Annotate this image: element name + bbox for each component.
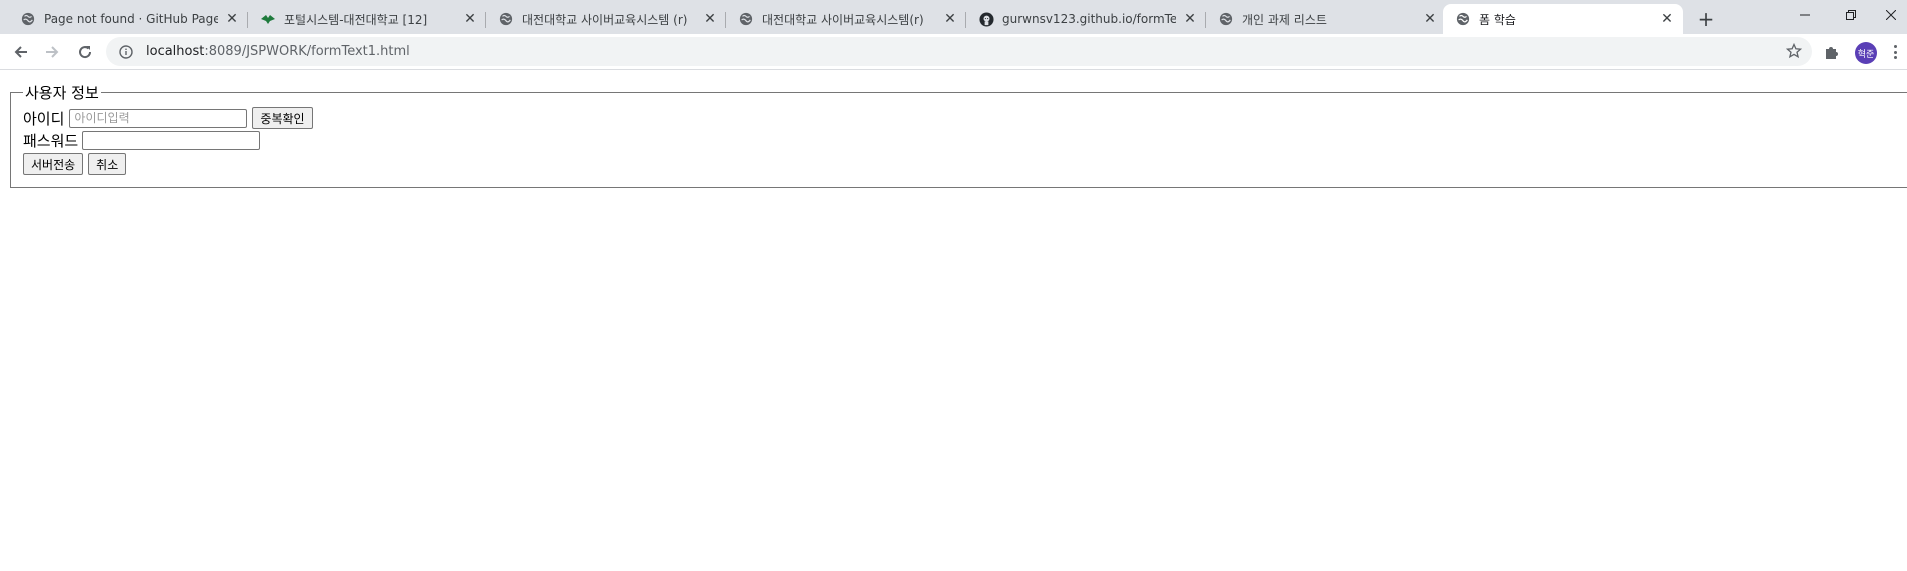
tab-title: 대전대학교 사이버교육시스템 (r) bbox=[522, 12, 688, 27]
globe-icon bbox=[738, 11, 754, 27]
action-row: 서버전송 취소 bbox=[23, 153, 1907, 175]
github-icon bbox=[978, 11, 994, 27]
menu-kebab-icon[interactable] bbox=[1892, 43, 1898, 61]
minimize-icon bbox=[1800, 14, 1810, 16]
tab-title: 포털시스템-대전대학교 [12] bbox=[284, 12, 428, 27]
close-icon[interactable]: ✕ bbox=[224, 11, 240, 27]
password-label: 패스워드 bbox=[23, 131, 79, 150]
url-host: localhost bbox=[146, 44, 205, 59]
globe-icon bbox=[20, 11, 36, 27]
tab-strip: Page not found · GitHub Pages ✕ 포털시스템-대전… bbox=[0, 0, 1907, 34]
close-icon[interactable]: ✕ bbox=[1182, 11, 1198, 27]
close-icon[interactable]: ✕ bbox=[462, 11, 478, 27]
close-icon[interactable]: ✕ bbox=[702, 11, 718, 27]
globe-icon bbox=[1218, 11, 1234, 27]
cancel-button[interactable]: 취소 bbox=[88, 153, 127, 175]
tab-personal-assignments[interactable]: 개인 과제 리스트 ✕ bbox=[1206, 4, 1446, 34]
tab-github-formtext[interactable]: gurwnsv123.github.io/formText1 ✕ bbox=[966, 4, 1206, 34]
info-icon[interactable] bbox=[118, 44, 134, 60]
tab-title: 대전대학교 사이버교육시스템(r) bbox=[762, 12, 924, 27]
arrow-left-icon bbox=[14, 46, 27, 58]
close-window-icon bbox=[1885, 10, 1896, 20]
url-path: :8089/JSPWORK/formText1.html bbox=[204, 44, 410, 59]
tab-title: gurwnsv123.github.io/formText1 bbox=[1002, 12, 1176, 26]
extensions-puzzle-icon[interactable] bbox=[1823, 43, 1841, 61]
password-input[interactable] bbox=[82, 130, 261, 150]
id-input[interactable] bbox=[69, 108, 248, 128]
daejeon-univ-logo-icon bbox=[260, 11, 276, 27]
address-bar[interactable]: localhost:8089/JSPWORK/formText1.html bbox=[106, 37, 1812, 66]
tab-title: Page not found · GitHub Pages bbox=[44, 12, 218, 26]
forward-button[interactable] bbox=[38, 38, 66, 66]
back-button[interactable] bbox=[7, 38, 35, 66]
profile-avatar[interactable]: 혁준 bbox=[1855, 42, 1877, 64]
restore-button[interactable] bbox=[1828, 0, 1874, 30]
close-icon[interactable]: ✕ bbox=[1659, 11, 1675, 27]
tab-cyber-education-2[interactable]: 대전대학교 사이버교육시스템(r) ✕ bbox=[726, 4, 966, 34]
tab-title: 개인 과제 리스트 bbox=[1242, 12, 1327, 27]
url-text: localhost:8089/JSPWORK/formText1.html bbox=[146, 44, 410, 59]
globe-icon bbox=[1455, 11, 1471, 27]
close-icon[interactable]: ✕ bbox=[1422, 11, 1438, 27]
reload-icon bbox=[79, 46, 92, 59]
close-icon[interactable]: ✕ bbox=[942, 11, 958, 27]
user-info-fieldset: 사용자 정보 아이디 중복확인 패스워드 서버전송 취소 bbox=[10, 82, 1907, 188]
tab-title: 폼 학습 bbox=[1479, 12, 1516, 27]
plus-icon: + bbox=[1697, 7, 1715, 31]
tab-portal-system[interactable]: 포털시스템-대전대학교 [12] ✕ bbox=[248, 4, 486, 34]
browser-toolbar: localhost:8089/JSPWORK/formText1.html 혁준 bbox=[0, 34, 1907, 70]
submit-button[interactable]: 서버전송 bbox=[23, 153, 84, 175]
fieldset-legend: 사용자 정보 bbox=[25, 84, 99, 102]
new-tab-button[interactable]: + bbox=[1692, 5, 1720, 33]
restore-icon bbox=[1846, 10, 1856, 20]
tab-cyber-education-1[interactable]: 대전대학교 사이버교육시스템 (r) ✕ bbox=[486, 4, 726, 34]
duplicate-check-button[interactable]: 중복확인 bbox=[252, 107, 313, 129]
id-row: 아이디 중복확인 bbox=[23, 107, 1907, 129]
id-label: 아이디 bbox=[23, 109, 65, 128]
profile-initials: 혁준 bbox=[1857, 49, 1875, 60]
reload-button[interactable] bbox=[71, 38, 99, 66]
arrow-right-icon bbox=[46, 46, 59, 58]
tab-form-learning[interactable]: 폼 학습 ✕ bbox=[1443, 4, 1683, 34]
close-window-button[interactable] bbox=[1874, 0, 1907, 30]
page-content: 사용자 정보 아이디 중복확인 패스워드 서버전송 취소 bbox=[0, 70, 1907, 571]
minimize-button[interactable] bbox=[1782, 0, 1828, 30]
globe-icon bbox=[498, 11, 514, 27]
password-row: 패스워드 bbox=[23, 129, 1907, 151]
tab-page-not-found[interactable]: Page not found · GitHub Pages ✕ bbox=[8, 4, 248, 34]
bookmark-star-icon[interactable] bbox=[1785, 42, 1803, 59]
